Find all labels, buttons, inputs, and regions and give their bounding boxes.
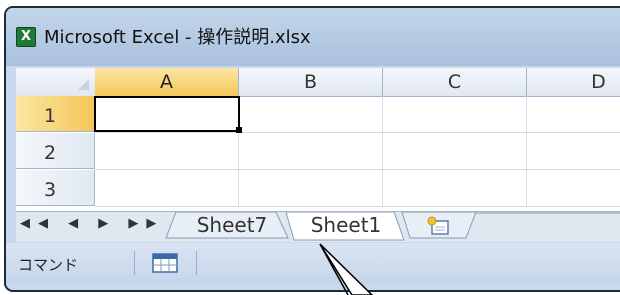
cell-c1[interactable] [383,96,527,133]
cell-d2[interactable] [527,133,620,170]
sheet-tab-bar: ◀◀ ◀ ▶ ▶▶ Sheet7 Sheet1 [16,211,620,242]
row-header-2[interactable]: 2 [16,133,95,169]
fill-handle[interactable] [236,127,242,133]
insert-worksheet-icon[interactable] [426,215,452,237]
column-header-b[interactable]: B [239,68,383,97]
cell-c2[interactable] [383,133,527,170]
status-bar: コマンド [6,243,620,285]
status-mode-label: コマンド [18,256,79,274]
sheet-tab-sheet1[interactable]: Sheet1 [301,212,391,238]
cell-d1[interactable] [527,96,620,133]
normal-view-icon[interactable] [152,253,178,273]
title-bar[interactable]: X Microsoft Excel - 操作説明.xlsx [6,8,620,66]
cell-a3[interactable] [95,170,239,207]
column-header-d[interactable]: D [527,68,620,97]
select-all-corner[interactable] [16,68,96,97]
cell-b1[interactable] [239,96,383,133]
excel-window: X Microsoft Excel - 操作説明.xlsx A B C D 1 … [4,6,620,292]
excel-app-icon[interactable]: X [16,27,36,47]
active-cell-border [94,96,240,132]
row-header-3[interactable]: 3 [16,170,95,206]
window-title: Microsoft Excel - 操作説明.xlsx [44,27,311,48]
worksheet-grid[interactable]: A B C D 1 2 3 [16,68,620,213]
sheet-tab-sheet7[interactable]: Sheet7 [192,212,272,238]
status-separator [134,251,135,275]
cell-a2[interactable] [95,133,239,170]
cell-c3[interactable] [383,170,527,207]
column-header-a[interactable]: A [95,68,239,98]
row-header-1[interactable]: 1 [16,96,95,132]
column-header-c[interactable]: C [383,68,527,97]
cell-b2[interactable] [239,133,383,170]
cell-d3[interactable] [527,170,620,207]
status-separator [196,251,197,275]
cell-b3[interactable] [239,170,383,207]
select-all-triangle-icon [78,79,89,90]
